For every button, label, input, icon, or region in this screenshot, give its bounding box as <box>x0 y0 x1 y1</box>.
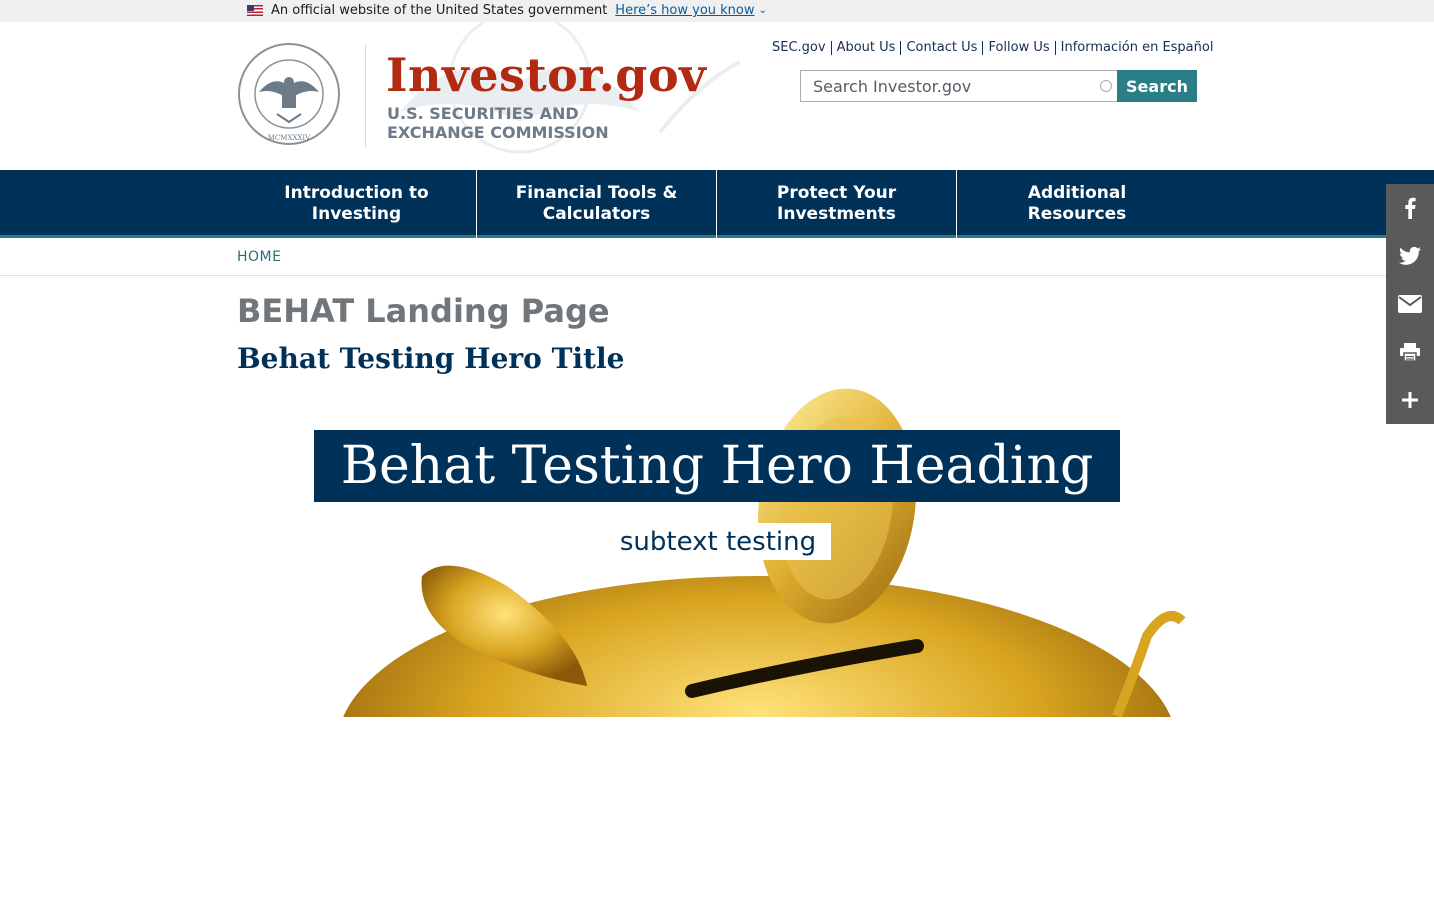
email-icon <box>1398 295 1422 313</box>
print-icon <box>1400 343 1420 361</box>
utility-separator <box>830 40 832 55</box>
logo-divider <box>365 44 366 148</box>
twitter-share-button[interactable] <box>1386 232 1434 280</box>
espanol-link[interactable]: Información en Español <box>1061 40 1214 55</box>
sec-gov-link[interactable]: SEC.gov <box>772 40 826 55</box>
nav-label-line1: Financial Tools & <box>515 183 678 203</box>
nav-label-line2: Investing <box>311 204 402 224</box>
search-clear-icon[interactable] <box>1100 80 1112 92</box>
site-header: MCMXXXIV Investor.gov U.S. SECURITIES AN… <box>0 22 1434 170</box>
search-input[interactable] <box>800 70 1117 102</box>
nav-label-line1: Additional <box>1027 183 1127 203</box>
nav-label-line1: Protect Your <box>776 183 897 203</box>
gov-banner: An official website of the United States… <box>0 0 1434 22</box>
page-title: BEHAT Landing Page <box>237 292 610 330</box>
about-us-link[interactable]: About Us <box>837 40 896 55</box>
utility-separator <box>900 40 902 55</box>
facebook-share-button[interactable] <box>1386 184 1434 232</box>
chevron-down-icon[interactable]: ⌄ <box>759 5 767 16</box>
sec-seal-logo[interactable]: MCMXXXIV <box>237 42 341 146</box>
how-you-know-link[interactable]: Here’s how you know <box>615 3 754 18</box>
agency-name: U.S. SECURITIES AND EXCHANGE COMMISSION <box>387 104 609 142</box>
search-form: Search <box>800 70 1197 102</box>
nav-financial-tools[interactable]: Financial Tools & Calculators <box>477 170 717 238</box>
main-nav: Introduction to Investing Financial Tools… <box>0 170 1434 238</box>
nav-label-line2: Investments <box>777 204 896 224</box>
agency-line-1: U.S. SECURITIES AND <box>387 104 579 123</box>
official-website-text: An official website of the United States… <box>271 3 608 18</box>
plus-icon <box>1402 392 1418 408</box>
breadcrumb-home-link[interactable]: HOME <box>237 249 281 265</box>
nav-protect-investments[interactable]: Protect Your Investments <box>717 170 957 238</box>
hero-subtext: subtext testing <box>605 523 831 560</box>
site-name[interactable]: Investor.gov <box>386 48 706 102</box>
print-button[interactable] <box>1386 328 1434 376</box>
follow-us-link[interactable]: Follow Us <box>988 40 1049 55</box>
agency-line-2: EXCHANGE COMMISSION <box>387 123 609 142</box>
email-share-button[interactable] <box>1386 280 1434 328</box>
nav-label-line2: Calculators <box>542 204 651 224</box>
breadcrumb: HOME <box>0 241 1434 276</box>
nav-label-line2: Resources <box>1027 204 1127 224</box>
nav-intro-to-investing[interactable]: Introduction to Investing <box>237 170 477 238</box>
utility-nav: SEC.gov About Us Contact Us Follow Us In… <box>772 40 1213 55</box>
more-share-button[interactable] <box>1386 376 1434 424</box>
nav-additional-resources[interactable]: Additional Resources <box>957 170 1197 238</box>
search-button[interactable]: Search <box>1117 70 1197 102</box>
us-flag-icon <box>247 5 263 16</box>
hero-title: Behat Testing Hero Title <box>237 342 625 375</box>
facebook-icon <box>1405 197 1416 219</box>
contact-us-link[interactable]: Contact Us <box>906 40 977 55</box>
nav-label-line1: Introduction to <box>284 183 429 203</box>
svg-text:MCMXXXIV: MCMXXXIV <box>268 134 311 142</box>
utility-separator <box>982 40 984 55</box>
utility-separator <box>1054 40 1056 55</box>
twitter-icon <box>1399 246 1421 265</box>
hero-heading: Behat Testing Hero Heading <box>314 430 1120 502</box>
share-rail <box>1386 184 1434 424</box>
